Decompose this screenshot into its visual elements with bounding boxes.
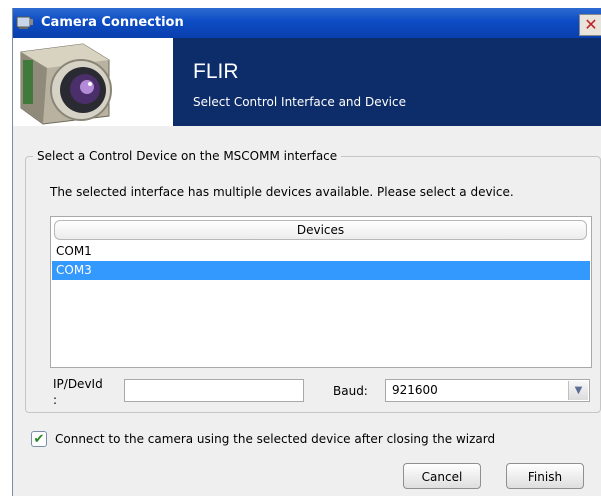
devices-list[interactable]: Devices COM1 COM3	[50, 216, 592, 368]
device-item-com3[interactable]: COM3	[52, 261, 590, 280]
wizard-banner: FLIR Select Control Interface and Device	[13, 38, 601, 126]
camera-connection-window: Camera Connection ✕ FLIR Select Control …	[12, 8, 601, 496]
window-title: Camera Connection	[41, 15, 184, 30]
banner-brand: FLIR	[193, 60, 239, 83]
device-item-com1[interactable]: COM1	[52, 242, 590, 261]
title-bar[interactable]: Camera Connection ✕	[13, 8, 601, 38]
baud-select[interactable]: 921600 ▼	[385, 379, 590, 402]
instruction-text: The selected interface has multiple devi…	[50, 185, 514, 199]
baud-label: Baud:	[333, 384, 368, 398]
connect-checkbox[interactable]: ✔	[31, 431, 47, 447]
group-legend: Select a Control Device on the MSCOMM in…	[33, 149, 342, 163]
devices-column-header[interactable]: Devices	[54, 220, 587, 240]
camera-window-icon	[16, 16, 33, 29]
banner-subtitle: Select Control Interface and Device	[193, 95, 406, 109]
ipdev-input[interactable]	[124, 379, 304, 402]
thermal-camera-icon	[13, 38, 173, 126]
ipdev-label: IP/DevId :	[53, 376, 103, 408]
ipdev-label-line1: IP/DevId	[53, 377, 103, 391]
connect-checkbox-label[interactable]: Connect to the camera using the selected…	[55, 432, 495, 446]
ipdev-label-line2: :	[53, 393, 58, 407]
close-icon: ✕	[584, 15, 598, 34]
finish-button[interactable]: Finish	[506, 463, 584, 489]
cancel-button[interactable]: Cancel	[403, 463, 481, 489]
checkmark-icon: ✔	[33, 432, 45, 447]
close-button[interactable]: ✕	[579, 14, 601, 36]
chevron-down-icon[interactable]: ▼	[568, 381, 588, 400]
baud-value: 921600	[392, 383, 438, 397]
